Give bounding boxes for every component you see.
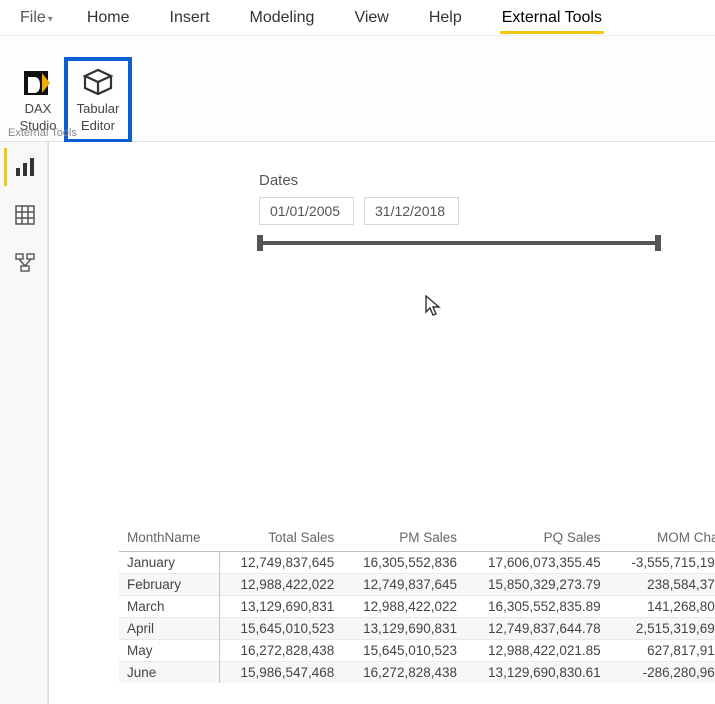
slicer-inputs: 01/01/2005 31/12/2018	[259, 197, 659, 225]
table-row: April 15,645,010,523 13,129,690,831 12,7…	[119, 618, 715, 640]
slicer-handle-end[interactable]	[655, 235, 661, 251]
table-row: March 13,129,690,831 12,988,422,022 16,3…	[119, 596, 715, 618]
tab-modeling[interactable]: Modeling	[230, 3, 335, 33]
slicer-handle-start[interactable]	[257, 235, 263, 251]
sales-table[interactable]: MonthName Total Sales PM Sales PQ Sales …	[119, 524, 715, 683]
model-view-icon[interactable]	[4, 244, 44, 282]
tabular-editor-icon	[81, 65, 115, 101]
dax-studio-icon	[22, 65, 54, 101]
file-menu[interactable]: File▾	[6, 3, 67, 33]
slicer-title: Dates	[259, 172, 659, 189]
slicer-end-input[interactable]: 31/12/2018	[364, 197, 459, 225]
slicer-bar	[259, 241, 659, 245]
col-monthname[interactable]: MonthName	[119, 524, 219, 552]
tabular-editor-button[interactable]: Tabular Editor	[68, 61, 128, 139]
tab-external-tools[interactable]: External Tools	[482, 3, 622, 33]
data-view-icon[interactable]	[4, 196, 44, 234]
report-canvas[interactable]: Dates 01/01/2005 31/12/2018 MonthName To…	[48, 142, 715, 704]
col-pm-sales[interactable]: PM Sales	[342, 524, 465, 552]
ribbon-group: DAX Studio Tabular Editor External Tools	[0, 36, 715, 142]
ribbon-tabs: File▾ Home Insert Modeling View Help Ext…	[0, 0, 715, 36]
table-row: January 12,749,837,645 16,305,552,836 17…	[119, 552, 715, 574]
chevron-down-icon: ▾	[48, 14, 53, 25]
table-row: February 12,988,422,022 12,749,837,645 1…	[119, 574, 715, 596]
col-total-sales[interactable]: Total Sales	[219, 524, 342, 552]
main-area: Dates 01/01/2005 31/12/2018 MonthName To…	[0, 142, 715, 704]
tab-help[interactable]: Help	[409, 3, 482, 33]
col-pq-sales[interactable]: PQ Sales	[465, 524, 609, 552]
table-row: June 15,986,547,468 16,272,828,438 13,12…	[119, 662, 715, 684]
table-row: May 16,272,828,438 15,645,010,523 12,988…	[119, 640, 715, 662]
view-rail	[0, 142, 48, 704]
tab-view[interactable]: View	[334, 3, 408, 33]
slicer-start-input[interactable]: 01/01/2005	[259, 197, 354, 225]
slicer-track[interactable]	[259, 235, 659, 251]
cursor-icon	[425, 295, 443, 320]
date-slicer[interactable]: Dates 01/01/2005 31/12/2018	[259, 172, 659, 251]
file-menu-label: File	[20, 9, 46, 26]
tab-home[interactable]: Home	[67, 3, 150, 33]
report-view-icon[interactable]	[4, 148, 44, 186]
col-mom-change[interactable]: MOM Change	[609, 524, 715, 552]
ribbon-group-label: External Tools	[8, 127, 77, 139]
table-header-row: MonthName Total Sales PM Sales PQ Sales …	[119, 524, 715, 552]
tab-insert[interactable]: Insert	[150, 3, 230, 33]
